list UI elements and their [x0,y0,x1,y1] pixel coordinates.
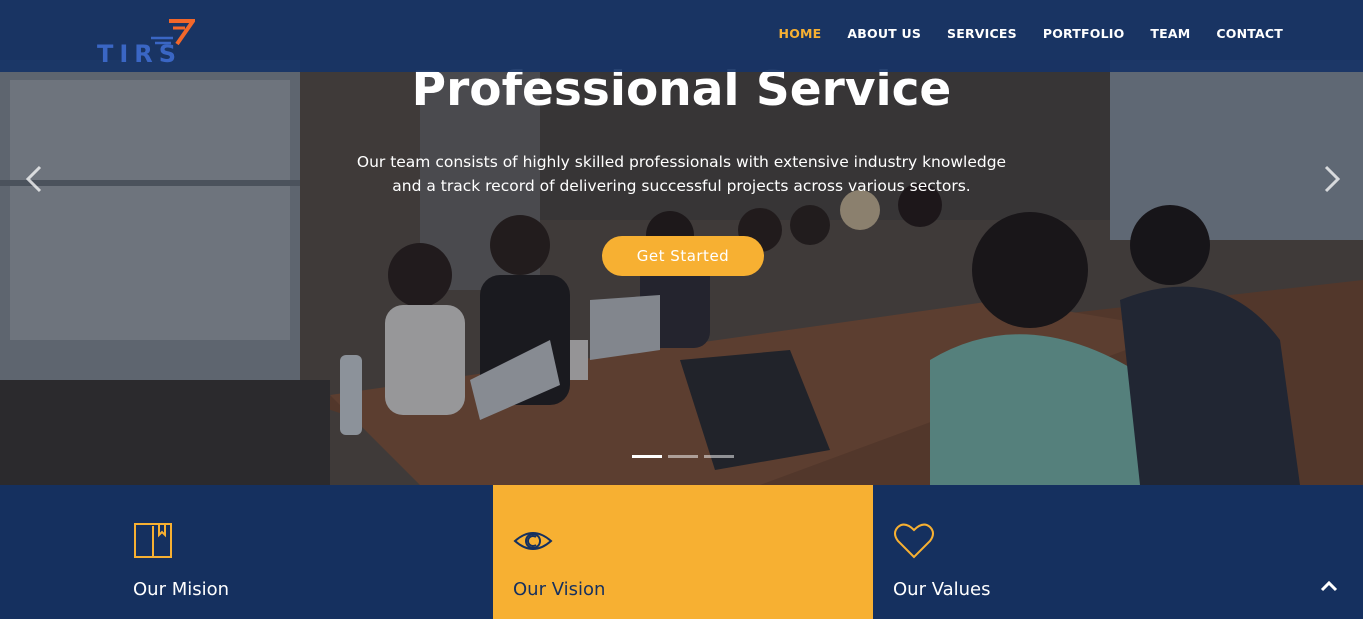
nav-portfolio[interactable]: PORTFOLIO [1043,26,1125,41]
nav-home[interactable]: HOME [779,26,822,41]
carousel-indicator-1[interactable] [632,455,662,458]
nav-about-us[interactable]: ABOUT US [847,26,921,41]
heart-icon [894,523,934,559]
chevron-up-icon [1320,580,1338,592]
feature-mission: Our Mision [0,485,493,619]
main-nav: HOME ABOUT US SERVICES PORTFOLIO TEAM CO… [779,26,1283,41]
feature-vision: Our Vision [493,485,873,619]
nav-contact[interactable]: CONTACT [1216,26,1283,41]
hero-description: Our team consists of highly skilled prof… [356,153,1007,195]
nav-team[interactable]: TEAM [1150,26,1190,41]
eye-icon [513,532,553,550]
feature-values: Our Values [873,485,1363,619]
book-icon [134,523,172,558]
feature-title-values: Our Values [893,579,991,600]
hero-carousel: Professional Service Our team consists o… [0,0,1363,485]
carousel-indicators [632,455,734,458]
chevron-right-icon [1324,165,1341,193]
brand-logo[interactable]: TIRS [95,18,199,68]
chevron-left-icon [25,165,42,193]
scroll-to-top-button[interactable] [1312,570,1346,604]
features-section: Our Mision Our Vision Our Values [0,485,1363,619]
get-started-button[interactable]: Get Started [602,236,764,276]
carousel-next-button[interactable] [1314,162,1348,196]
nav-services[interactable]: SERVICES [947,26,1017,41]
carousel-indicator-3[interactable] [704,455,734,458]
navbar: TIRS HOME ABOUT US SERVICES PORTFOLIO TE… [0,0,1363,72]
logo-text: TIRS [97,40,183,68]
feature-title-vision: Our Vision [513,579,606,600]
feature-title-mission: Our Mision [133,579,230,600]
carousel-indicator-2[interactable] [668,455,698,458]
carousel-prev-button[interactable] [18,162,52,196]
